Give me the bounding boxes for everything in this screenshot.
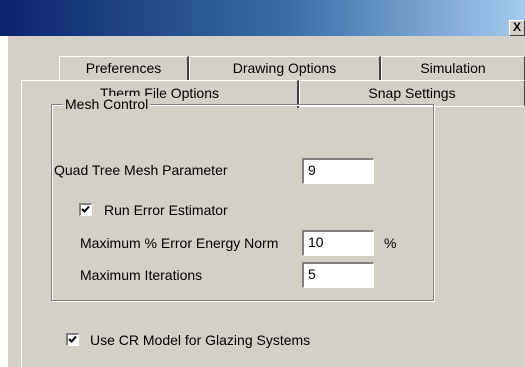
cr-model-checkbox[interactable] xyxy=(66,333,79,346)
mesh-control-title: Mesh Control xyxy=(63,96,151,112)
max-iterations-input[interactable]: 5 xyxy=(302,262,374,288)
close-button[interactable]: X xyxy=(509,20,525,36)
max-error-input[interactable]: 10 xyxy=(302,230,374,256)
checkmark-icon xyxy=(68,335,77,343)
close-icon: X xyxy=(513,20,522,34)
checkmark-icon xyxy=(81,205,90,213)
run-error-estimator-label: Run Error Estimator xyxy=(104,202,228,218)
max-iterations-label: Maximum Iterations xyxy=(80,267,203,283)
tab-label: Simulation xyxy=(420,60,486,76)
quad-tree-input[interactable]: 9 xyxy=(302,158,374,184)
tab-label: Drawing Options xyxy=(232,60,337,76)
tab-drawing-options[interactable]: Drawing Options xyxy=(189,56,381,81)
max-error-label: Maximum % Error Energy Norm xyxy=(80,235,279,251)
quad-tree-label: Quad Tree Mesh Parameter xyxy=(54,162,228,178)
max-error-unit: % xyxy=(384,235,397,251)
tab-snap-settings[interactable]: Snap Settings xyxy=(299,80,525,106)
run-error-estimator-checkbox[interactable] xyxy=(79,203,92,216)
tab-label: Snap Settings xyxy=(368,85,456,101)
tab-label: Preferences xyxy=(85,60,162,76)
title-bar xyxy=(0,0,525,36)
tab-simulation[interactable]: Simulation xyxy=(381,56,525,81)
tab-preferences[interactable]: Preferences xyxy=(59,56,189,81)
cr-model-label: Use CR Model for Glazing Systems xyxy=(90,332,311,348)
